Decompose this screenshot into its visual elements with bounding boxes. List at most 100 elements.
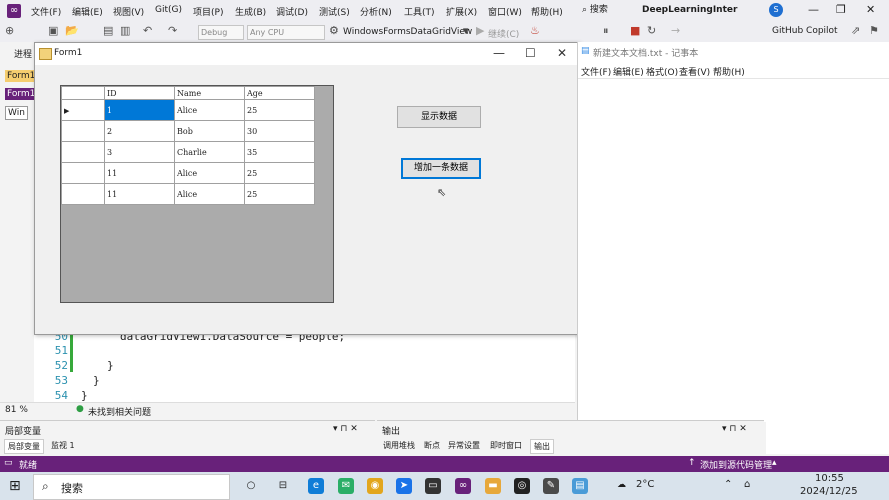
row-header[interactable] bbox=[61, 141, 105, 163]
form-close-icon[interactable]: ✕ bbox=[557, 46, 567, 60]
table-row[interactable]: 11 Alice 25 bbox=[61, 183, 315, 205]
form-minimize-icon[interactable]: — bbox=[493, 46, 505, 60]
github-copilot-button[interactable]: GitHub Copilot bbox=[772, 26, 838, 36]
doc-tab-win[interactable]: Win bbox=[5, 106, 28, 120]
panel-options-icon[interactable]: ▾ ⊓ ✕ bbox=[333, 424, 358, 434]
notepad-menu-view[interactable]: 查看(V) bbox=[679, 65, 710, 78]
tab-locals[interactable]: 局部变量 bbox=[4, 439, 44, 454]
menu-file[interactable]: 文件(F) bbox=[31, 5, 61, 18]
menu-edit[interactable]: 编辑(E) bbox=[72, 5, 103, 18]
startup-project-select[interactable]: WindowsFormsDataGridView bbox=[343, 27, 472, 37]
pause-icon[interactable]: ⏸ bbox=[603, 25, 609, 37]
grid-cell-id[interactable]: 3 bbox=[104, 141, 175, 163]
task-view-icon[interactable]: ○ bbox=[243, 478, 259, 494]
platform-select[interactable]: Any CPU bbox=[247, 25, 325, 40]
stop-icon[interactable]: ■ bbox=[630, 25, 640, 37]
avatar[interactable]: S bbox=[769, 3, 783, 17]
obs-icon[interactable]: ◎ bbox=[514, 478, 530, 494]
grid-cell-id[interactable]: 11 bbox=[104, 162, 175, 184]
grid-cell-name[interactable]: Charlie bbox=[174, 141, 245, 163]
menu-test[interactable]: 测试(S) bbox=[319, 5, 350, 18]
menu-view[interactable]: 视图(V) bbox=[113, 5, 144, 18]
share-icon[interactable]: ⇗ bbox=[851, 25, 860, 37]
doc-tab-form1[interactable]: Form1 bbox=[5, 70, 38, 82]
restart-icon[interactable]: ↻ bbox=[647, 25, 656, 37]
wechat-icon[interactable]: ✉ bbox=[338, 478, 354, 494]
menu-help[interactable]: 帮助(H) bbox=[531, 5, 563, 18]
temperature[interactable]: 2°C bbox=[636, 479, 654, 490]
code-editor[interactable]: 50 dataGridView1.DataSource = people; 51… bbox=[34, 330, 575, 402]
notepad-menu-file[interactable]: 文件(F) bbox=[581, 65, 611, 78]
redo-icon[interactable]: ↷ bbox=[168, 25, 177, 37]
doc-tab-form1-active[interactable]: Form1 bbox=[5, 88, 38, 100]
menu-tools[interactable]: 工具(T) bbox=[404, 5, 435, 18]
row-header[interactable] bbox=[61, 183, 105, 205]
hot-reload-icon[interactable]: ♨ bbox=[530, 25, 540, 37]
visual-studio-icon[interactable]: ∞ bbox=[455, 478, 471, 494]
notepad-menu-help[interactable]: 帮助(H) bbox=[713, 65, 745, 78]
add-row-button[interactable]: 增加一条数据 bbox=[401, 158, 481, 179]
notepad-text-area[interactable] bbox=[578, 79, 889, 422]
menu-build[interactable]: 生成(B) bbox=[235, 5, 266, 18]
chrome-icon[interactable]: ◉ bbox=[367, 478, 383, 494]
open-icon[interactable]: 📂 bbox=[65, 25, 79, 37]
clock-time[interactable]: 10:55 bbox=[815, 473, 844, 484]
notepad-taskbar-icon[interactable]: ▤ bbox=[572, 478, 588, 494]
minimize-icon[interactable]: — bbox=[808, 4, 819, 16]
close-icon[interactable]: ✕ bbox=[866, 4, 875, 16]
menu-analyze[interactable]: 分析(N) bbox=[360, 5, 392, 18]
grid-cell-name[interactable]: Alice bbox=[174, 162, 245, 184]
widgets-icon[interactable]: ⊟ bbox=[275, 478, 291, 494]
navigate-back-icon[interactable]: ⊕ bbox=[5, 25, 14, 37]
row-header[interactable] bbox=[61, 120, 105, 142]
zoom-level[interactable]: 81 % bbox=[5, 405, 28, 415]
continue-button[interactable]: 继续(C) bbox=[488, 27, 519, 40]
table-row[interactable]: 2 Bob 30 bbox=[61, 120, 315, 142]
tab-call-stack[interactable]: 调用堆栈 bbox=[380, 439, 418, 452]
play-icon[interactable]: ▶ bbox=[476, 25, 484, 37]
menu-debug[interactable]: 调试(D) bbox=[276, 5, 308, 18]
data-grid-view[interactable]: ID Name Age ▶ 1 Alice 25 2 Bob 30 3 Char… bbox=[60, 85, 334, 303]
menu-git[interactable]: Git(G) bbox=[155, 5, 182, 15]
column-header-name[interactable]: Name bbox=[174, 86, 245, 100]
column-header-id[interactable]: ID bbox=[104, 86, 175, 100]
show-data-button[interactable]: 显示数据 bbox=[397, 106, 481, 128]
undo-icon[interactable]: ↶ bbox=[143, 25, 152, 37]
add-to-source-control-button[interactable]: 添加到源代码管理 bbox=[700, 458, 772, 471]
grid-cell-name[interactable]: Alice bbox=[174, 99, 245, 121]
save-all-icon[interactable]: ▥ bbox=[120, 25, 130, 37]
grid-cell-name[interactable]: Alice bbox=[174, 183, 245, 205]
network-icon[interactable]: ⌂ bbox=[744, 479, 750, 490]
taskbar-search[interactable]: ⌕ 搜索 bbox=[33, 474, 230, 500]
form1-titlebar[interactable]: Form1 — ☐ ✕ bbox=[35, 43, 579, 65]
menu-window[interactable]: 窗口(W) bbox=[488, 5, 522, 18]
grid-cell-age[interactable]: 25 bbox=[244, 183, 315, 205]
column-header-age[interactable]: Age bbox=[244, 86, 315, 100]
notepad-menu-edit[interactable]: 编辑(E) bbox=[613, 65, 644, 78]
issues-text[interactable]: 未找到相关问题 bbox=[88, 405, 151, 418]
grid-cell-age[interactable]: 35 bbox=[244, 141, 315, 163]
tab-output[interactable]: 输出 bbox=[530, 439, 554, 454]
menu-extensions[interactable]: 扩展(X) bbox=[446, 5, 477, 18]
save-icon[interactable]: ▤ bbox=[103, 25, 113, 37]
tray-chevron-icon[interactable]: ⌃ bbox=[724, 479, 732, 490]
restore-icon[interactable]: ❐ bbox=[836, 4, 846, 16]
grid-cell-age[interactable]: 25 bbox=[244, 162, 315, 184]
configuration-select[interactable]: Debug bbox=[198, 25, 244, 40]
edge-icon[interactable]: e bbox=[308, 478, 324, 494]
editor-icon[interactable]: ✎ bbox=[543, 478, 559, 494]
grid-cell-age[interactable]: 25 bbox=[244, 99, 315, 121]
notepad-menu-format[interactable]: 格式(O) bbox=[646, 65, 678, 78]
folder-icon[interactable]: ▬ bbox=[485, 478, 501, 494]
grid-cell-id[interactable]: 2 bbox=[104, 120, 175, 142]
table-row[interactable]: ▶ 1 Alice 25 bbox=[61, 99, 315, 121]
grid-cell-id[interactable]: 1 bbox=[104, 99, 175, 121]
row-header[interactable]: ▶ bbox=[61, 99, 105, 121]
table-row[interactable]: 11 Alice 25 bbox=[61, 162, 315, 184]
new-item-icon[interactable]: ▣ bbox=[48, 25, 58, 37]
tab-breakpoints[interactable]: 断点 bbox=[421, 439, 443, 452]
form-maximize-icon[interactable]: ☐ bbox=[525, 46, 536, 60]
tab-immediate[interactable]: 即时窗口 bbox=[487, 439, 525, 452]
search-box[interactable]: ⌕ 搜索 bbox=[582, 3, 632, 18]
grid-cell-name[interactable]: Bob bbox=[174, 120, 245, 142]
